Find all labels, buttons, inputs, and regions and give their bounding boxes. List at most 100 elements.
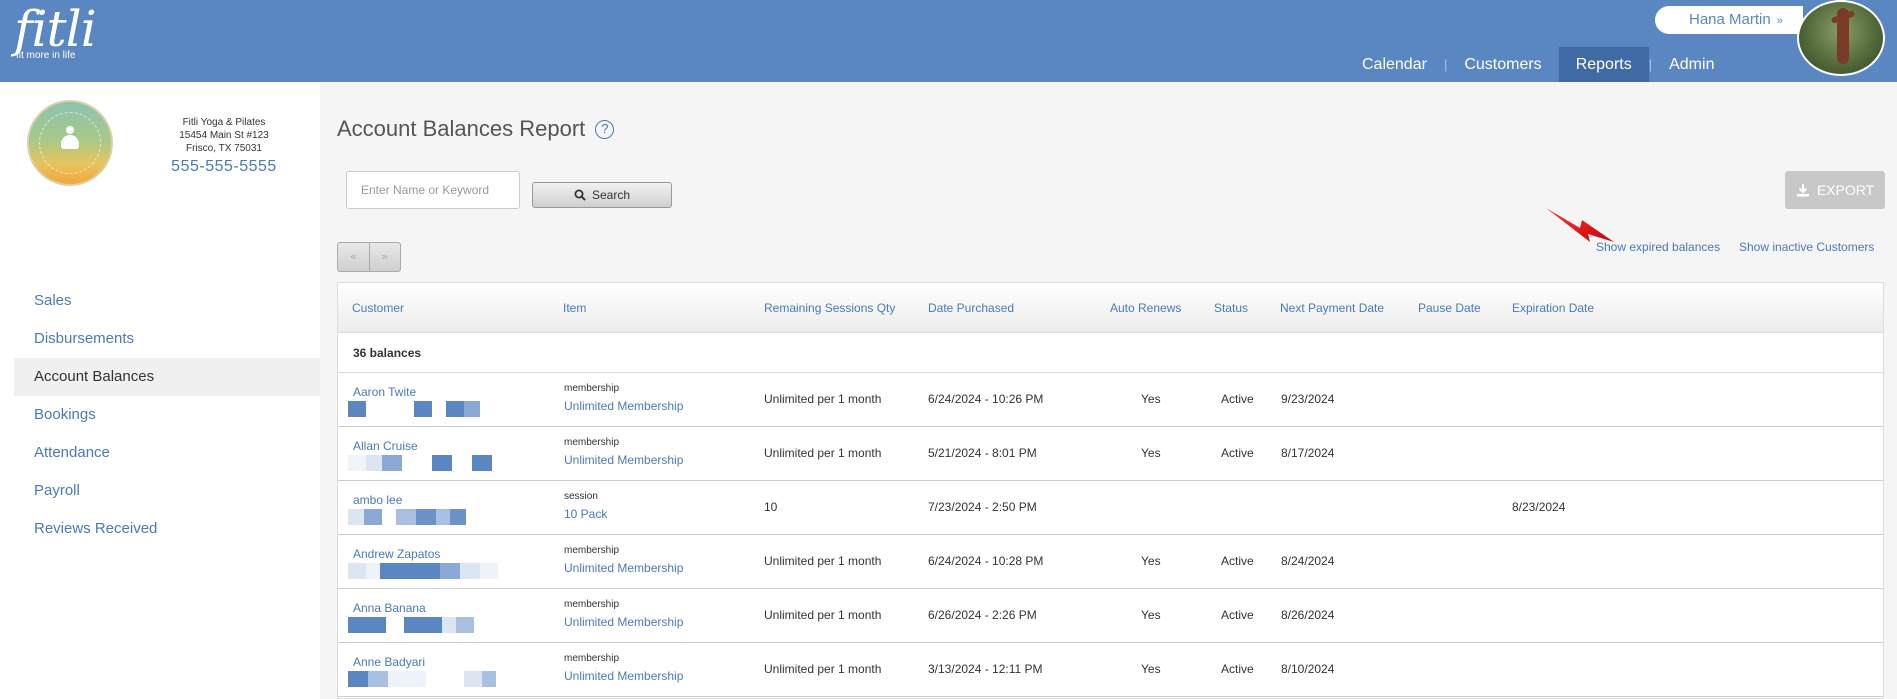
- redacted-contact-info: [348, 671, 528, 687]
- status: Active: [1221, 554, 1254, 568]
- remaining-sessions: Unlimited per 1 month: [764, 662, 882, 676]
- customer-name-link[interactable]: Anne Badyari: [353, 655, 425, 669]
- col-remaining-sessions[interactable]: Remaining Sessions Qty: [764, 283, 895, 333]
- next-payment-date: 8/17/2024: [1281, 446, 1335, 460]
- meditation-icon: [59, 126, 81, 152]
- fitli-logo[interactable]: fitli fit more in life: [14, 0, 97, 61]
- col-next-payment-date[interactable]: Next Payment Date: [1280, 283, 1384, 333]
- item-name-link[interactable]: Unlimited Membership: [564, 561, 683, 575]
- sidebar-item-account-balances[interactable]: Account Balances: [14, 358, 320, 396]
- pager-prev-button[interactable]: «: [338, 243, 369, 271]
- auto-renews: Yes: [1141, 392, 1161, 406]
- customer-name-link[interactable]: ambo lee: [353, 493, 402, 507]
- customer-name-link[interactable]: Andrew Zapatos: [353, 547, 440, 561]
- sidebar-item-payroll[interactable]: Payroll: [14, 472, 320, 510]
- col-auto-renews[interactable]: Auto Renews: [1110, 283, 1181, 333]
- redacted-contact-info: [348, 563, 528, 579]
- item-type: membership: [564, 437, 620, 448]
- status: Active: [1221, 446, 1254, 460]
- item-type: membership: [564, 383, 620, 394]
- report-menu: Sales Disbursements Account Balances Boo…: [14, 282, 320, 548]
- user-menu-button[interactable]: Hana Martin »: [1655, 6, 1803, 34]
- nav-calendar[interactable]: Calendar: [1345, 47, 1444, 82]
- export-button[interactable]: EXPORT: [1785, 171, 1885, 209]
- show-inactive-customers-link[interactable]: Show inactive Customers: [1739, 240, 1874, 254]
- date-purchased: 6/24/2024 - 10:26 PM: [928, 392, 1044, 406]
- redacted-contact-info: [348, 509, 528, 525]
- customer-name-link[interactable]: Anna Banana: [353, 601, 426, 615]
- magnifier-icon: [574, 189, 586, 201]
- balances-count-row: 36 balances: [338, 333, 1883, 373]
- sidebar-item-sales[interactable]: Sales: [14, 282, 320, 320]
- col-item[interactable]: Item: [563, 283, 586, 333]
- date-purchased: 6/26/2024 - 2:26 PM: [928, 608, 1037, 622]
- redacted-contact-info: [348, 401, 528, 417]
- page-title: Account Balances Report ?: [337, 116, 615, 142]
- search-button-label: Search: [591, 188, 631, 202]
- double-chevron-down-icon: »: [1776, 15, 1783, 27]
- table-row: Andrew Zapatos membership Unlimited Memb…: [338, 535, 1883, 589]
- question-circle-icon[interactable]: ?: [595, 120, 615, 139]
- table-row: ambo lee session 10 Pack 10 7/23/2024 - …: [338, 481, 1883, 535]
- table-row: Aaron Twite membership Unlimited Members…: [338, 373, 1883, 427]
- table-header: Customer Item Remaining Sessions Qty Dat…: [338, 283, 1883, 333]
- sidebar-item-bookings[interactable]: Bookings: [14, 396, 320, 434]
- nav-admin[interactable]: Admin: [1652, 47, 1731, 82]
- next-payment-date: 9/23/2024: [1281, 392, 1335, 406]
- sidebar-item-reviews-received[interactable]: Reviews Received: [14, 510, 320, 548]
- pager-next-button[interactable]: »: [368, 243, 401, 271]
- studio-info: Fitli Yoga & Pilates 15454 Main St #123 …: [150, 116, 298, 176]
- redacted-contact-info: [348, 455, 528, 471]
- item-name-link[interactable]: Unlimited Membership: [564, 453, 683, 467]
- page-title-text: Account Balances Report: [337, 116, 586, 141]
- date-purchased: 7/23/2024 - 2:50 PM: [928, 500, 1037, 514]
- auto-renews: Yes: [1141, 554, 1161, 568]
- item-name-link[interactable]: Unlimited Membership: [564, 399, 683, 413]
- top-header: fitli fit more in life Hana Martin » Cale…: [0, 0, 1897, 82]
- logo-wordmark: fitli: [14, 0, 97, 58]
- nav-customers[interactable]: Customers: [1447, 47, 1558, 82]
- col-date-purchased[interactable]: Date Purchased: [928, 283, 1014, 333]
- search-input[interactable]: [346, 171, 520, 209]
- col-expiration-date[interactable]: Expiration Date: [1512, 283, 1594, 333]
- show-expired-balances-link[interactable]: Show expired balances: [1596, 240, 1720, 254]
- sidebar: Fitli Yoga & Pilates 15454 Main St #123 …: [0, 82, 320, 699]
- sidebar-item-disbursements[interactable]: Disbursements: [14, 320, 320, 358]
- next-payment-date: 8/10/2024: [1281, 662, 1335, 676]
- item-name-link[interactable]: 10 Pack: [564, 507, 607, 521]
- col-pause-date[interactable]: Pause Date: [1418, 283, 1481, 333]
- search-button[interactable]: Search: [532, 182, 672, 208]
- auto-renews: Yes: [1141, 662, 1161, 676]
- avatar[interactable]: [1797, 0, 1885, 76]
- col-status[interactable]: Status: [1214, 283, 1248, 333]
- table-row: Anne Badyari membership Unlimited Member…: [338, 643, 1883, 697]
- nav-reports[interactable]: Reports: [1558, 47, 1649, 82]
- item-type: membership: [564, 545, 620, 556]
- date-purchased: 6/24/2024 - 10:28 PM: [928, 554, 1044, 568]
- sidebar-item-attendance[interactable]: Attendance: [14, 434, 320, 472]
- redacted-contact-info: [348, 617, 528, 633]
- item-name-link[interactable]: Unlimited Membership: [564, 669, 683, 683]
- table-row: Anna Banana membership Unlimited Members…: [338, 589, 1883, 643]
- studio-phone[interactable]: 555-555-5555: [150, 158, 298, 176]
- remaining-sessions: Unlimited per 1 month: [764, 446, 882, 460]
- item-name-link[interactable]: Unlimited Membership: [564, 615, 683, 629]
- table-row: Allan Cruise membership Unlimited Member…: [338, 427, 1883, 481]
- next-payment-date: 8/26/2024: [1281, 608, 1335, 622]
- remaining-sessions: Unlimited per 1 month: [764, 554, 882, 568]
- item-type: membership: [564, 599, 620, 610]
- status: Active: [1221, 392, 1254, 406]
- studio-address-line2: Frisco, TX 75031: [186, 143, 262, 154]
- col-customer[interactable]: Customer: [352, 283, 404, 333]
- auto-renews: Yes: [1141, 608, 1161, 622]
- user-name: Hana Martin: [1689, 11, 1771, 28]
- customer-name-link[interactable]: Aaron Twite: [353, 385, 416, 399]
- item-type: membership: [564, 653, 620, 664]
- main-content: Account Balances Report ? Search EXPORT …: [320, 82, 1897, 699]
- top-nav: Calendar | Customers Reports | Admin: [1345, 47, 1731, 82]
- item-type: session: [564, 491, 598, 502]
- customer-name-link[interactable]: Allan Cruise: [353, 439, 418, 453]
- auto-renews: Yes: [1141, 446, 1161, 460]
- status: Active: [1221, 608, 1254, 622]
- remaining-sessions: Unlimited per 1 month: [764, 608, 882, 622]
